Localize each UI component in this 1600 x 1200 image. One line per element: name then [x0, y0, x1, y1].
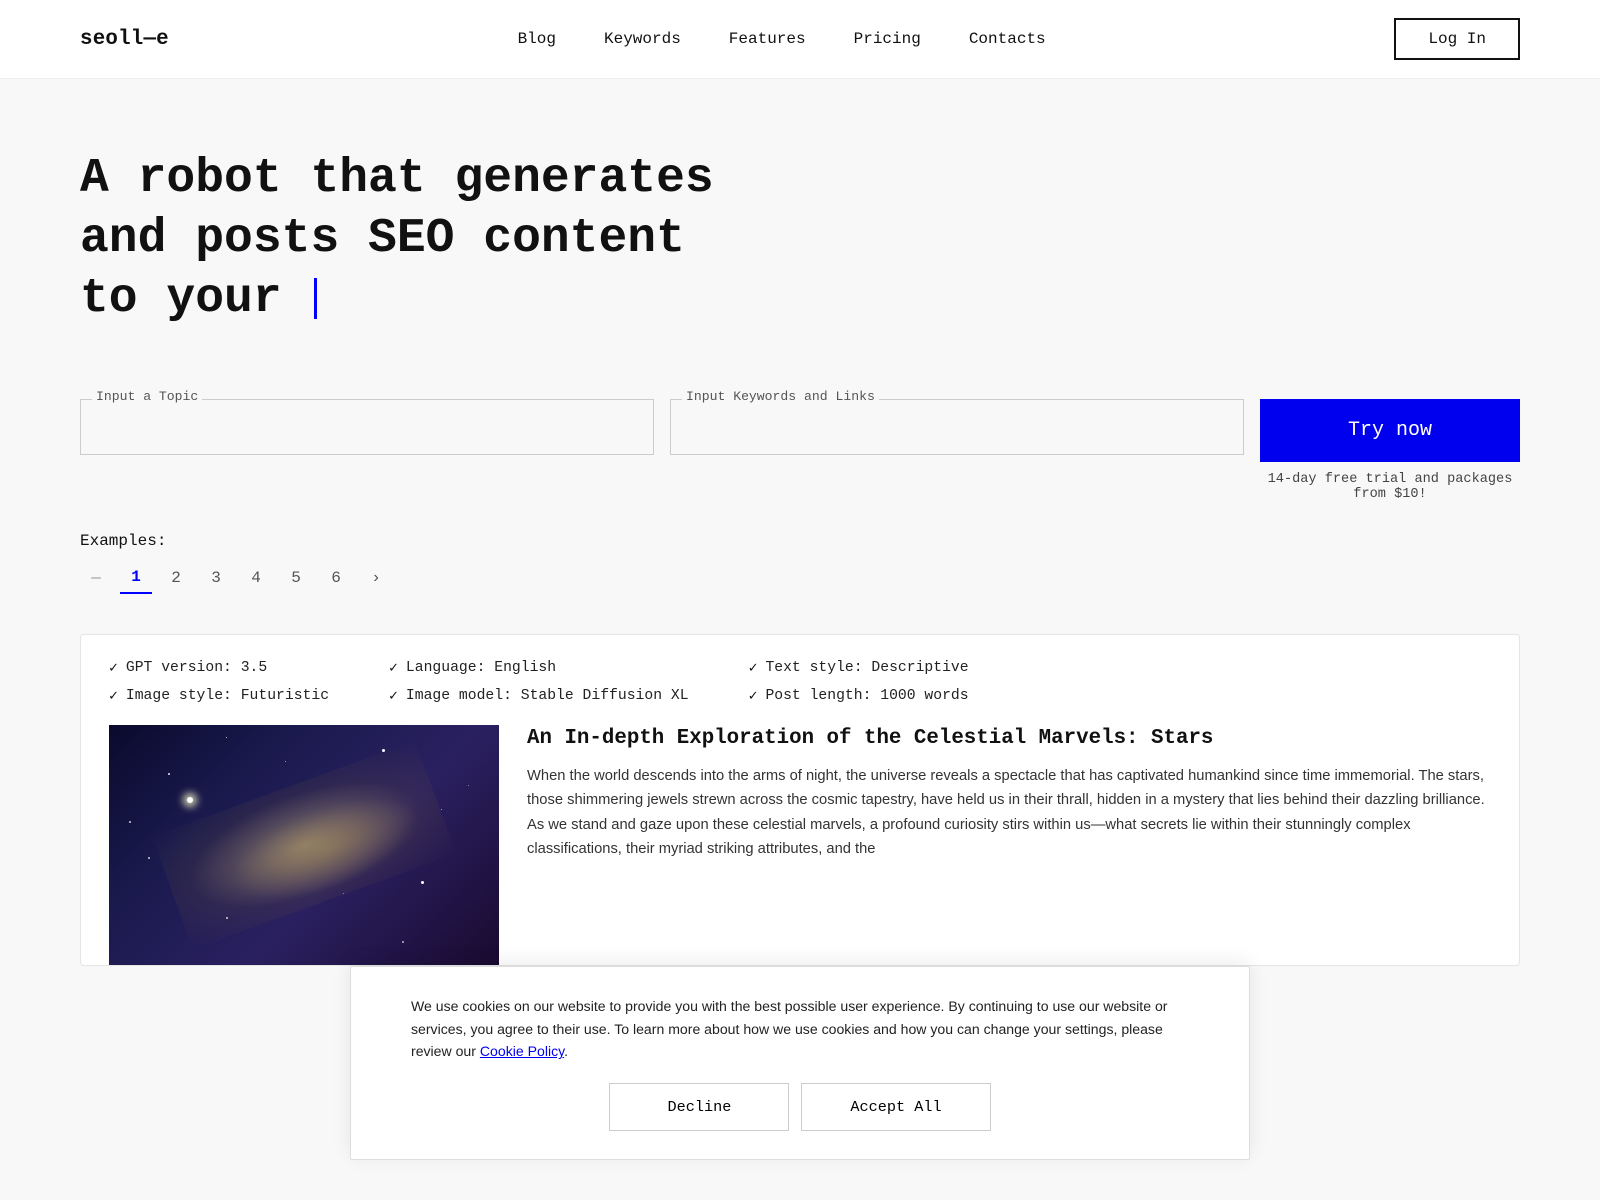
cookie-period: .	[564, 1043, 568, 1059]
meta-post-length: ✓ Post length: 1000 words	[749, 687, 969, 705]
meta-col-3: ✓ Text style: Descriptive ✓ Post length:…	[749, 659, 969, 705]
logo[interactable]: seoll—e	[80, 28, 169, 51]
check-icon-3: ✓	[389, 659, 398, 677]
meta-language: ✓ Language: English	[389, 659, 689, 677]
hero-section: A robot that generates and posts SEO con…	[0, 79, 1600, 369]
card-text: An In-depth Exploration of the Celestial…	[527, 725, 1491, 861]
nav-features[interactable]: Features	[729, 30, 806, 48]
card-body: When the world descends into the arms of…	[527, 764, 1491, 861]
cookie-policy-link[interactable]: Cookie Policy	[480, 1043, 564, 1059]
meta-col-2: ✓ Language: English ✓ Image model: Stabl…	[389, 659, 689, 705]
hero-heading: A robot that generates and posts SEO con…	[80, 149, 830, 329]
bright-star	[187, 797, 193, 803]
meta-image-style: ✓ Image style: Futuristic	[109, 687, 329, 705]
page-6-button[interactable]: 6	[320, 562, 352, 594]
cursor-blink	[314, 278, 317, 319]
page-next-button[interactable]: ›	[360, 562, 392, 594]
hero-line2: and posts SEO content	[80, 212, 685, 266]
hero-line1: A robot that generates	[80, 152, 714, 206]
cookie-buttons: Decline Accept All	[411, 1083, 1189, 1131]
topic-input-group: Input a Topic	[80, 399, 654, 455]
card-content: An In-depth Exploration of the Celestial…	[109, 725, 1491, 965]
navbar: seoll—e Blog Keywords Features Pricing C…	[0, 0, 1600, 79]
keywords-input-group: Input Keywords and Links	[670, 399, 1244, 455]
meta-col-1: ✓ GPT version: 3.5 ✓ Image style: Futuri…	[109, 659, 329, 705]
cookie-banner: We use cookies on our website to provide…	[350, 966, 1250, 1160]
meta-post-length-label: Post length: 1000 words	[765, 688, 968, 704]
page-4-button[interactable]: 4	[240, 562, 272, 594]
try-now-sub: 14-day free trial and packagesfrom $10!	[1268, 472, 1513, 502]
input-section: Input a Topic Input Keywords and Links T…	[0, 369, 1600, 522]
nav-contacts[interactable]: Contacts	[969, 30, 1046, 48]
check-icon-2: ✓	[109, 687, 118, 705]
hero-line3: to your	[80, 272, 282, 326]
try-now-wrapper: Try now 14-day free trial and packagesfr…	[1260, 399, 1520, 502]
page-prev-button[interactable]: —	[80, 562, 112, 594]
try-now-button[interactable]: Try now	[1260, 399, 1520, 462]
pagination: — 1 2 3 4 5 6 ›	[80, 562, 1520, 594]
meta-image-model: ✓ Image model: Stable Diffusion XL	[389, 687, 689, 705]
cookie-text: We use cookies on our website to provide…	[411, 995, 1189, 1063]
meta-language-label: Language: English	[406, 660, 556, 676]
check-icon-4: ✓	[389, 687, 398, 705]
page-3-button[interactable]: 3	[200, 562, 232, 594]
nav-pricing[interactable]: Pricing	[854, 30, 921, 48]
meta-text-style-label: Text style: Descriptive	[765, 660, 968, 676]
check-icon-6: ✓	[749, 687, 758, 705]
card-image	[109, 725, 499, 965]
example-card: ✓ GPT version: 3.5 ✓ Image style: Futuri…	[80, 634, 1520, 966]
check-icon-1: ✓	[109, 659, 118, 677]
nav-keywords[interactable]: Keywords	[604, 30, 681, 48]
examples-section: Examples: — 1 2 3 4 5 6 ›	[0, 522, 1600, 614]
login-button[interactable]: Log In	[1394, 18, 1520, 60]
nav-blog[interactable]: Blog	[518, 30, 556, 48]
examples-label: Examples:	[80, 532, 1520, 550]
meta-text-style: ✓ Text style: Descriptive	[749, 659, 969, 677]
topic-input[interactable]	[80, 399, 654, 455]
meta-gpt-label: GPT version: 3.5	[126, 660, 267, 676]
meta-gpt-version: ✓ GPT version: 3.5	[109, 659, 329, 677]
page-5-button[interactable]: 5	[280, 562, 312, 594]
nav-links: Blog Keywords Features Pricing Contacts	[518, 30, 1046, 48]
page-2-button[interactable]: 2	[160, 562, 192, 594]
decline-button[interactable]: Decline	[609, 1083, 789, 1131]
accept-button[interactable]: Accept All	[801, 1083, 990, 1131]
page-1-button[interactable]: 1	[120, 562, 152, 594]
card-title: An In-depth Exploration of the Celestial…	[527, 725, 1491, 752]
keywords-input[interactable]	[670, 399, 1244, 455]
keywords-label: Input Keywords and Links	[682, 389, 879, 404]
card-meta: ✓ GPT version: 3.5 ✓ Image style: Futuri…	[109, 659, 1491, 705]
meta-image-model-label: Image model: Stable Diffusion XL	[406, 688, 689, 704]
check-icon-5: ✓	[749, 659, 758, 677]
topic-label: Input a Topic	[92, 389, 202, 404]
meta-image-style-label: Image style: Futuristic	[126, 688, 329, 704]
